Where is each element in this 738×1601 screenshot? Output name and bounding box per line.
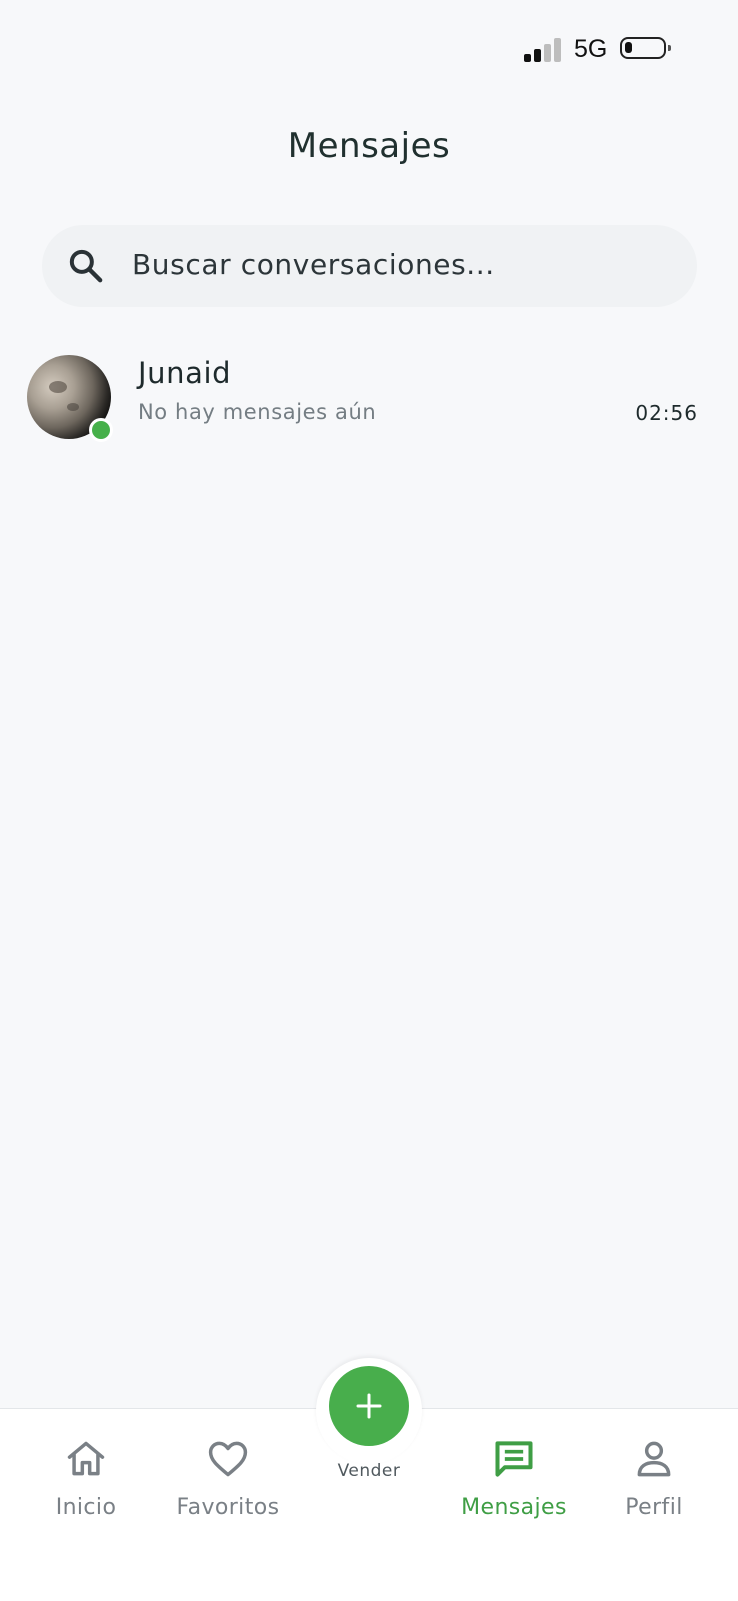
contact-name: Junaid bbox=[138, 356, 232, 390]
heart-icon bbox=[208, 1441, 248, 1477]
message-icon bbox=[495, 1441, 533, 1477]
signal-strength-icon bbox=[524, 38, 564, 62]
nav-item-inicio[interactable]: Inicio bbox=[16, 1437, 156, 1520]
network-type: 5G bbox=[574, 35, 608, 63]
signal-bar bbox=[544, 44, 551, 62]
search-icon bbox=[69, 249, 103, 283]
sell-button-label: Vender bbox=[337, 1461, 401, 1481]
home-icon bbox=[67, 1441, 105, 1476]
search-input[interactable]: Buscar conversaciones... bbox=[132, 248, 495, 281]
battery-level bbox=[625, 42, 632, 53]
message-timestamp: 02:56 bbox=[635, 401, 698, 425]
nav-label-perfil: Perfil bbox=[625, 1495, 683, 1520]
nav-item-perfil[interactable]: Perfil bbox=[584, 1437, 724, 1520]
nav-item-favoritos[interactable]: Favoritos bbox=[158, 1437, 298, 1520]
plus-icon bbox=[356, 1393, 382, 1419]
nav-label-favoritos: Favoritos bbox=[176, 1495, 280, 1520]
nav-item-mensajes[interactable]: Mensajes bbox=[444, 1437, 584, 1520]
signal-bar bbox=[534, 49, 541, 62]
conversation-item[interactable]: Junaid No hay mensajes aún 02:56 bbox=[0, 340, 738, 450]
nav-label-inicio: Inicio bbox=[55, 1495, 117, 1520]
user-icon bbox=[637, 1441, 671, 1477]
status-bar: 5G bbox=[0, 0, 738, 100]
battery-icon bbox=[620, 37, 671, 59]
sell-button[interactable] bbox=[329, 1366, 409, 1446]
signal-bar bbox=[524, 54, 531, 62]
nav-label-mensajes: Mensajes bbox=[461, 1495, 567, 1520]
online-status-indicator bbox=[89, 418, 113, 442]
last-message-preview: No hay mensajes aún bbox=[138, 400, 377, 424]
signal-bar bbox=[554, 38, 561, 62]
search-bar[interactable]: Buscar conversaciones... bbox=[42, 225, 697, 307]
page-title: Mensajes bbox=[287, 126, 451, 166]
